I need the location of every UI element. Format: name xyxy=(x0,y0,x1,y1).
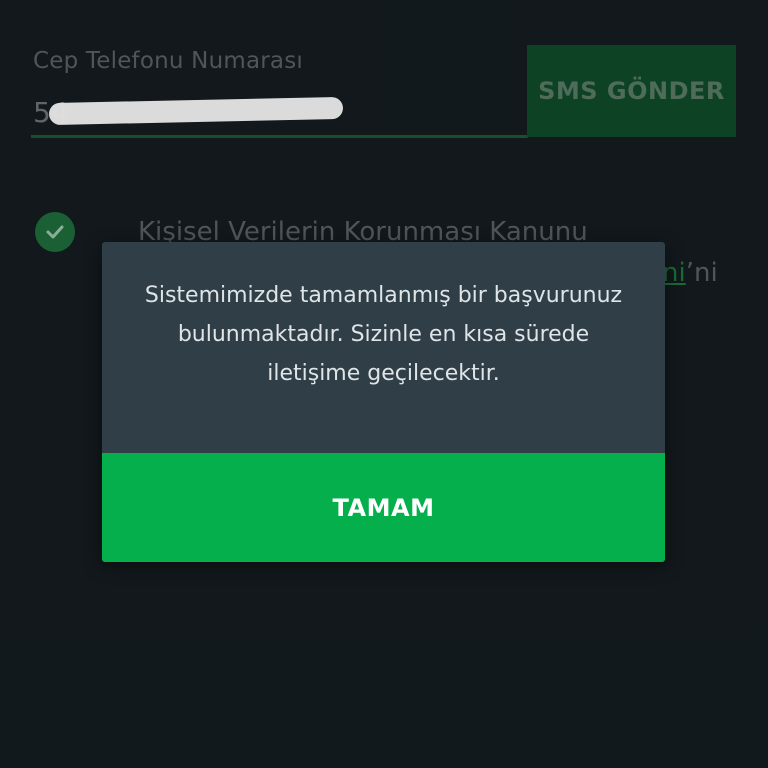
dialog-message-line: Sistemimizde tamamlanmış bir başvurunuz xyxy=(144,283,623,308)
info-dialog: Sistemimizde tamamlanmış bir başvurunuz … xyxy=(102,242,665,562)
dialog-message-line: iletişime geçilecektir. xyxy=(267,361,500,386)
dialog-message: Sistemimizde tamamlanmış bir başvurunuz … xyxy=(102,276,665,393)
dialog-message-line: bulunmaktadır. Sizinle en kısa sürede xyxy=(177,322,590,347)
ok-button[interactable]: TAMAM xyxy=(102,453,665,562)
screen: Cep Telefonu Numarası 54 SMS GÖNDER Kişi… xyxy=(0,0,768,768)
